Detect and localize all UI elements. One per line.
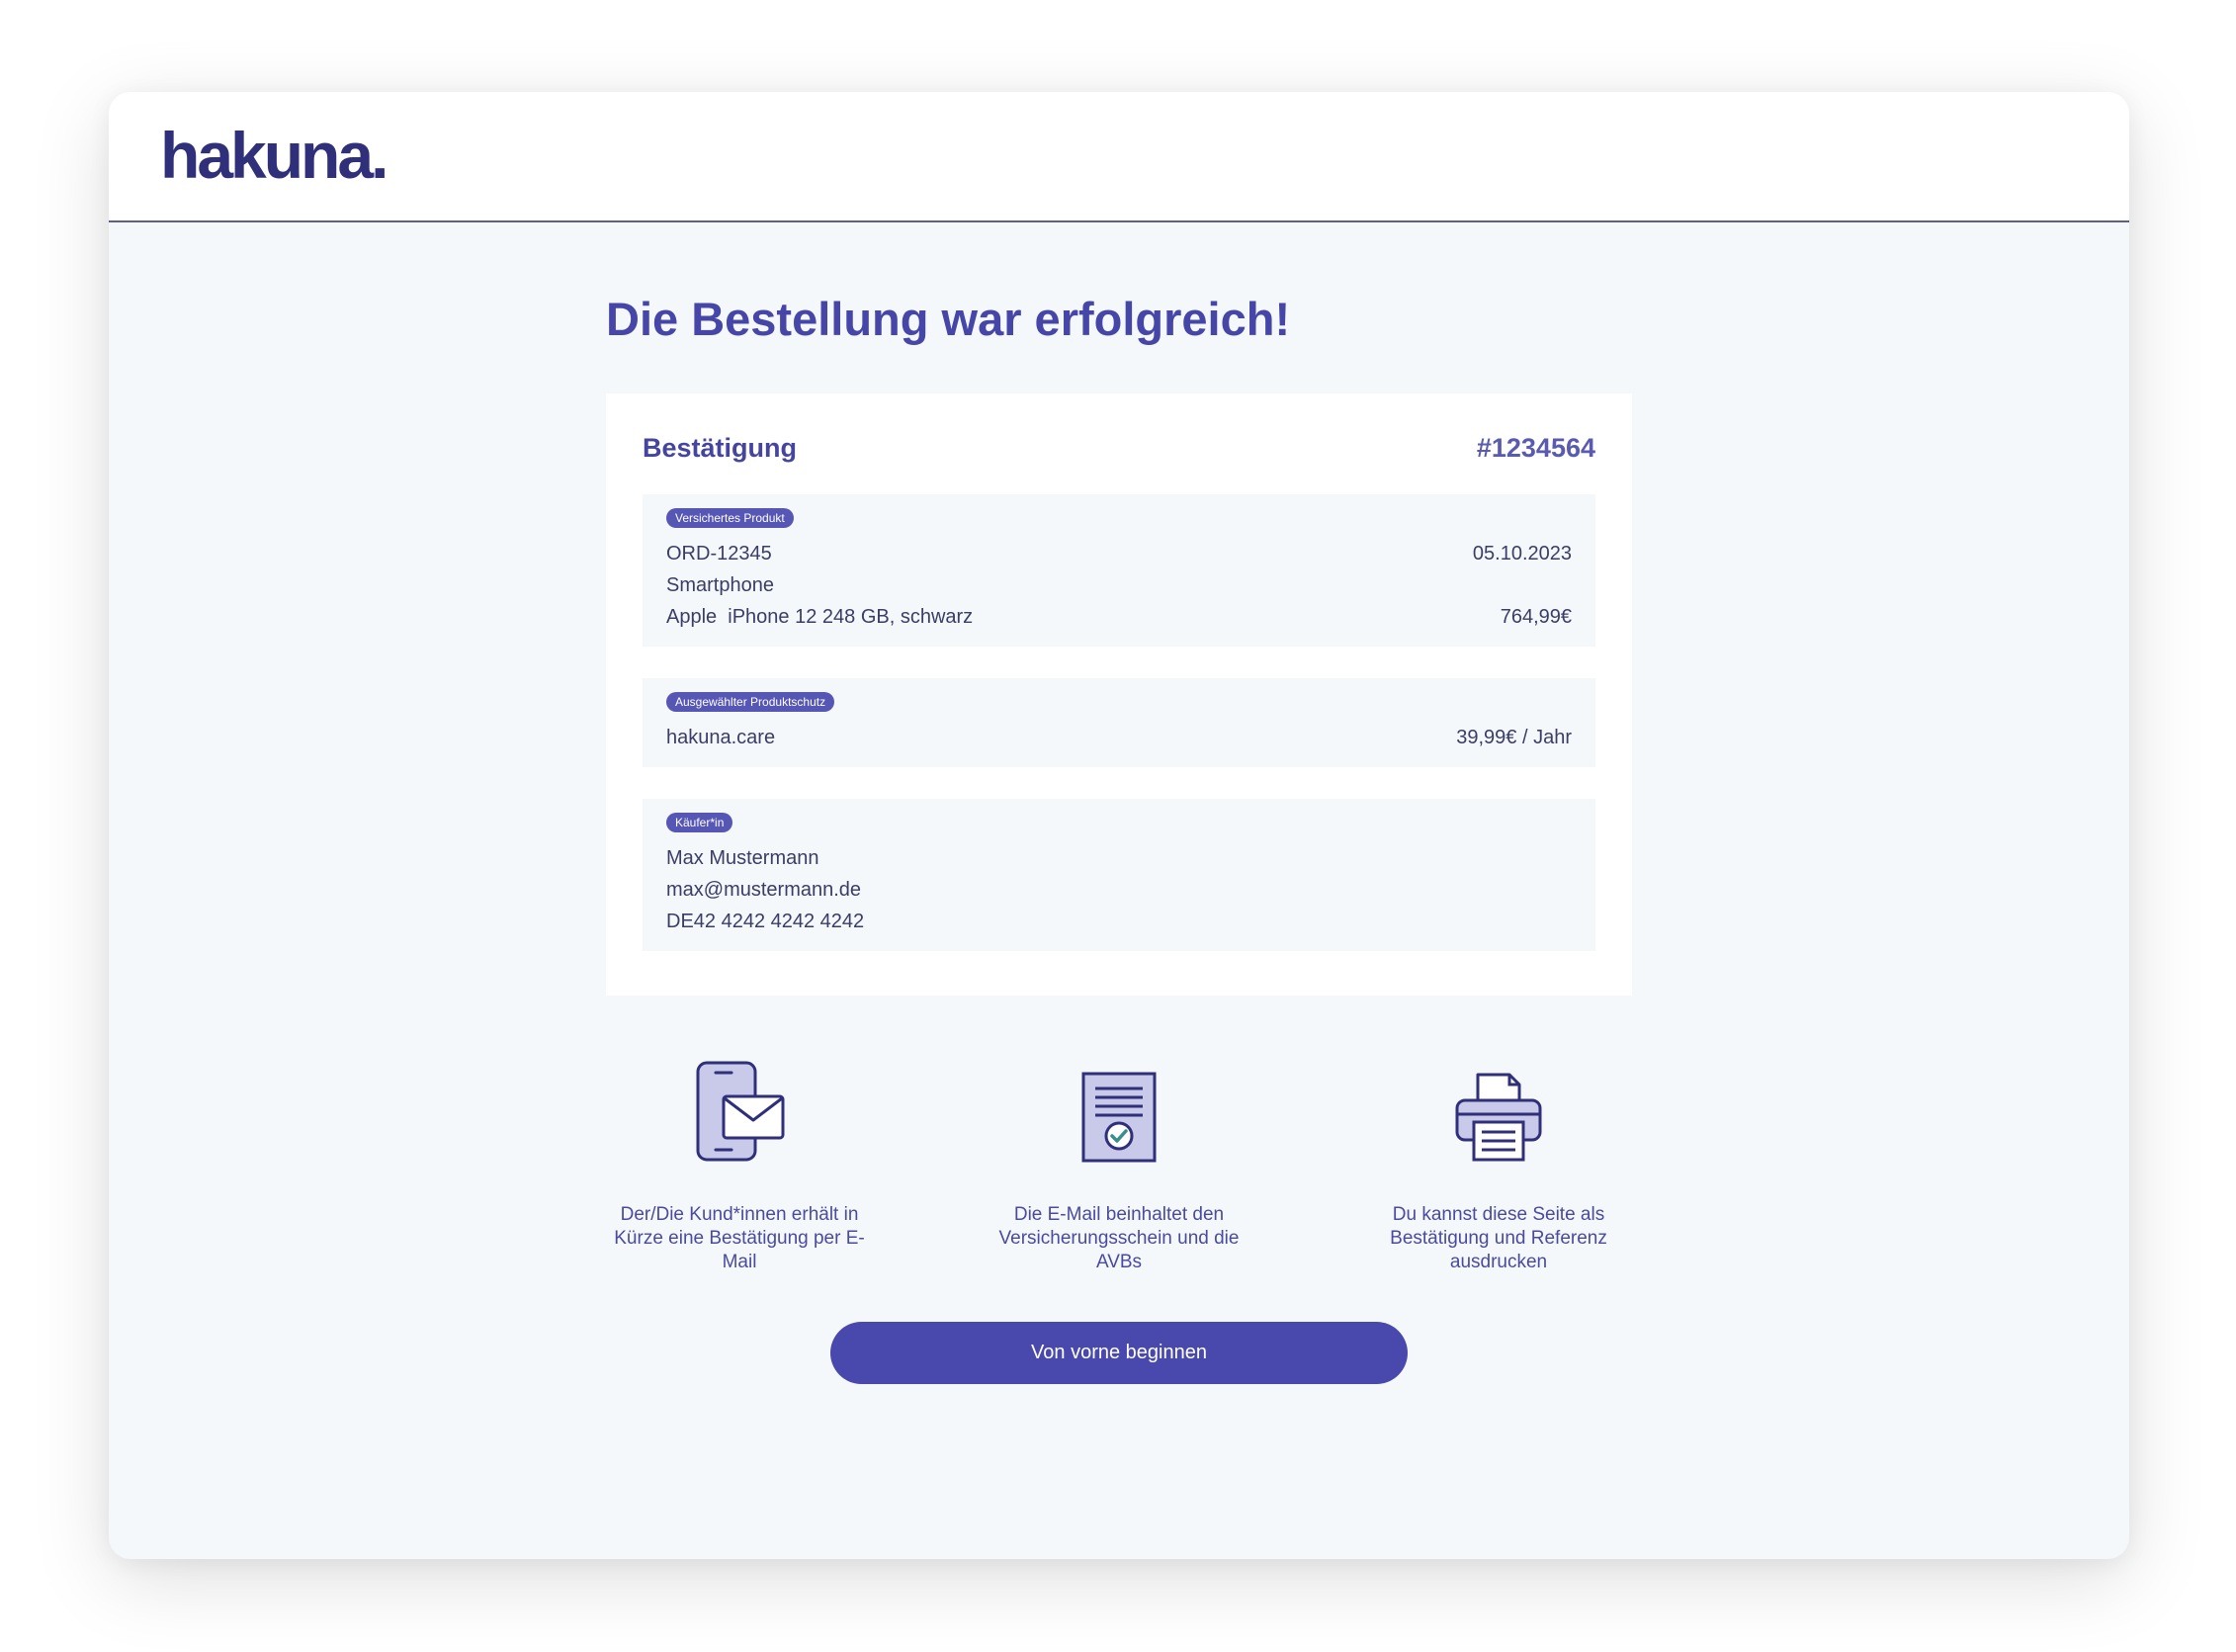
order-id: ORD-12345 (666, 543, 772, 565)
buyer-email: max@mustermann.de (666, 879, 862, 901)
buyer-name: Max Mustermann (666, 847, 819, 869)
feature-docs-text: Die E-Mail beinhaltet den Versicherungss… (998, 1204, 1240, 1272)
confirmation-title: Bestätigung (643, 432, 798, 463)
protection-badge: Ausgewählter Produktschutz (666, 692, 835, 712)
order-date: 05.10.2023 (1472, 543, 1572, 565)
restart-button[interactable]: Von vorne beginnen (830, 1322, 1408, 1384)
insured-product-section: Versichertes Produkt ORD-12345 05.10.202… (643, 494, 1595, 647)
insured-product-badge: Versichertes Produkt (666, 508, 794, 528)
product-row-device: Apple iPhone 12 248 GB, schwarz 764,99€ (666, 601, 1572, 633)
protection-row: hakuna.care 39,99€ / Jahr (666, 722, 1572, 753)
app-window: hakuna. Die Bestellung war erfolgreich! … (109, 92, 2129, 1559)
feature-insurance-docs: Die E-Mail beinhaltet den Versicherungss… (986, 1055, 1252, 1274)
protection-name: hakuna.care (666, 727, 776, 748)
buyer-row-name: Max Mustermann (666, 842, 1572, 874)
buyer-badge: Käufer*in (666, 813, 733, 832)
feature-print: Du kannst diese Seite als Bestätigung un… (1365, 1055, 1632, 1274)
document-check-icon (986, 1055, 1252, 1164)
product-category: Smartphone (666, 574, 774, 596)
order-reference: #1234564 (1476, 432, 1595, 463)
buyer-row-email: max@mustermann.de (666, 874, 1572, 906)
hakuna-logo[interactable]: hakuna. (160, 118, 388, 193)
device-name: Apple iPhone 12 248 GB, schwarz (666, 606, 974, 628)
feature-print-text: Du kannst diese Seite als Bestätigung un… (1390, 1204, 1607, 1272)
confirmation-card: Bestätigung #1234564 Versichertes Produk… (606, 393, 1632, 996)
phone-mail-icon (606, 1055, 873, 1164)
product-row-category: Smartphone (666, 569, 1572, 601)
header-bar: hakuna. (109, 92, 2129, 222)
feature-email-confirmation: Der/Die Kund*innen erhält in Kürze eine … (606, 1055, 873, 1274)
product-row-order: ORD-12345 05.10.2023 (666, 538, 1572, 569)
buyer-section: Käufer*in Max Mustermann max@mustermann.… (643, 799, 1595, 951)
protection-section: Ausgewählter Produktschutz hakuna.care 3… (643, 678, 1595, 767)
info-features: Der/Die Kund*innen erhält in Kürze eine … (606, 1055, 1632, 1274)
buyer-row-iban: DE42 4242 4242 4242 (666, 906, 1572, 937)
device-price: 764,99€ (1500, 606, 1572, 628)
main-content: Die Bestellung war erfolgreich! Bestätig… (606, 290, 1632, 1384)
page-title: Die Bestellung war erfolgreich! (606, 293, 1291, 345)
printer-icon (1365, 1055, 1632, 1164)
confirmation-header: Bestätigung #1234564 (643, 433, 1595, 463)
buyer-iban: DE42 4242 4242 4242 (666, 911, 865, 932)
protection-price: 39,99€ / Jahr (1456, 727, 1572, 748)
feature-email-text: Der/Die Kund*innen erhält in Kürze eine … (614, 1204, 865, 1272)
